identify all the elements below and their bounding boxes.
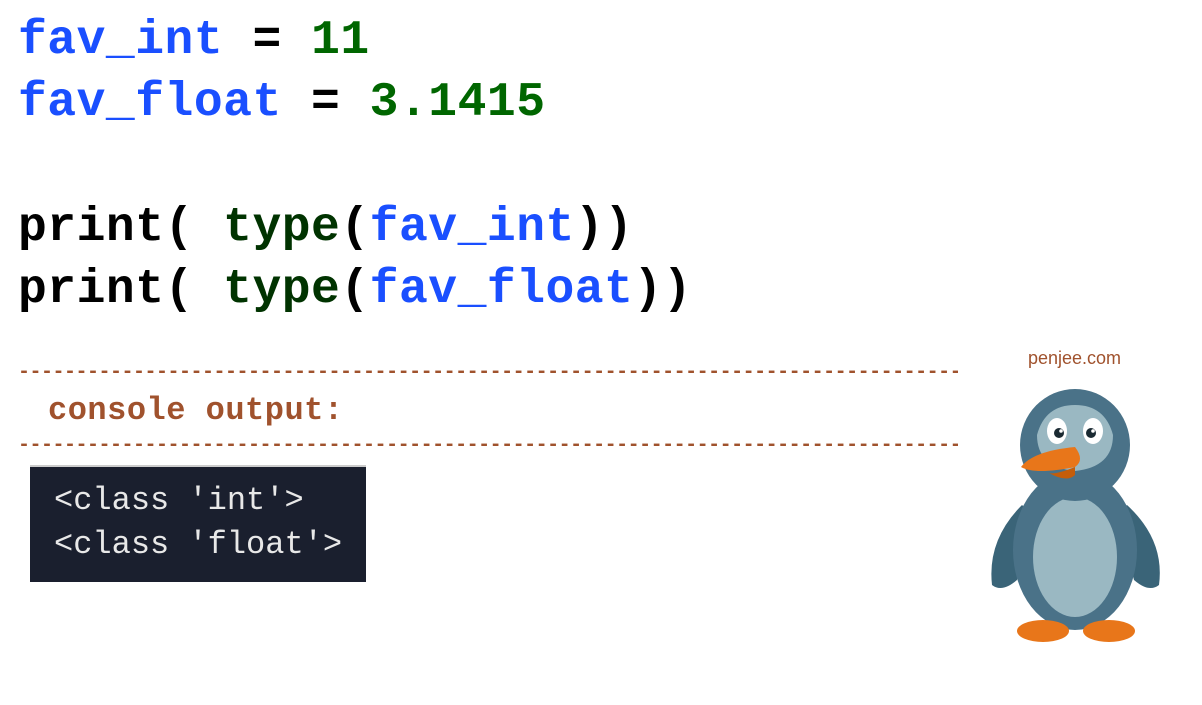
paren: )) bbox=[575, 201, 634, 255]
paren: ( bbox=[165, 201, 224, 255]
output-line: <class 'float'> bbox=[54, 523, 342, 568]
variable-ref: fav_int bbox=[370, 201, 575, 255]
console-output-box: <class 'int'> <class 'float'> bbox=[30, 465, 366, 583]
variable-ref: fav_float bbox=[370, 263, 634, 317]
console-output-label: console output: bbox=[18, 384, 958, 435]
number-literal: 11 bbox=[311, 14, 370, 68]
number-literal: 3.1415 bbox=[370, 76, 546, 130]
type-fn: type bbox=[223, 201, 340, 255]
variable-name: fav_float bbox=[18, 76, 282, 130]
paren: )) bbox=[633, 263, 692, 317]
code-line-4: print( type(fav_float)) bbox=[18, 259, 1202, 321]
print-fn: print bbox=[18, 201, 165, 255]
code-line-3: print( type(fav_int)) bbox=[18, 197, 1202, 259]
output-section: ----------------------------------------… bbox=[18, 362, 958, 583]
output-line: <class 'int'> bbox=[54, 479, 342, 524]
blank-line bbox=[18, 135, 1202, 197]
type-fn: type bbox=[223, 263, 340, 317]
mascot-label: penjee.com bbox=[977, 348, 1172, 369]
paren: ( bbox=[340, 201, 369, 255]
paren: ( bbox=[340, 263, 369, 317]
assign-op: = bbox=[282, 76, 370, 130]
penguin-icon bbox=[977, 375, 1172, 645]
assign-op: = bbox=[223, 14, 311, 68]
code-block: fav_int = 11 fav_float = 3.1415 print( t… bbox=[18, 10, 1202, 322]
divider: ----------------------------------------… bbox=[18, 362, 958, 384]
paren: ( bbox=[165, 263, 224, 317]
code-line-1: fav_int = 11 bbox=[18, 10, 1202, 72]
code-line-2: fav_float = 3.1415 bbox=[18, 72, 1202, 134]
variable-name: fav_int bbox=[18, 14, 223, 68]
print-fn: print bbox=[18, 263, 165, 317]
divider: ----------------------------------------… bbox=[18, 435, 958, 457]
mascot-container: penjee.com bbox=[977, 348, 1172, 650]
